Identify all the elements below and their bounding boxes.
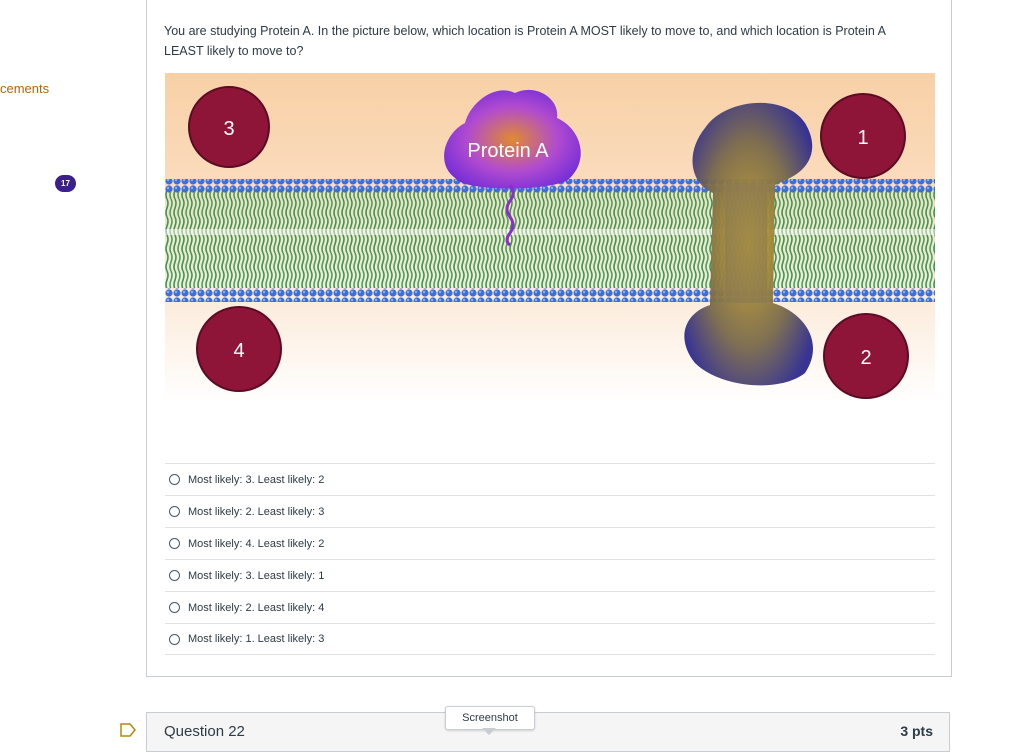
question-text: You are studying Protein A. In the pictu…	[164, 24, 886, 58]
radio-button[interactable]	[169, 538, 180, 549]
lipid-heads-bottom	[165, 288, 935, 302]
question-card: You are studying Protein A. In the pictu…	[146, 0, 952, 677]
notification-badge: 17	[55, 175, 76, 192]
question-title: Question 22	[164, 723, 245, 740]
answer-label: Most likely: 3. Least likely: 1	[188, 569, 325, 582]
next-question-header: Question 22 3 pts	[146, 712, 950, 752]
answer-list: Most likely: 3. Least likely: 2 Most lik…	[165, 463, 935, 655]
answer-option[interactable]: Most likely: 2. Least likely: 3	[165, 495, 935, 527]
membrane-figure: Protein A 3 1 4 2	[165, 73, 935, 403]
answer-label: Most likely: 3. Least likely: 2	[188, 473, 325, 486]
answer-label: Most likely: 1. Least likely: 3	[188, 633, 325, 645]
answer-label: Most likely: 2. Least likely: 4	[188, 601, 325, 614]
marker-4-label: 4	[233, 340, 244, 362]
question-points: 3 pts	[900, 723, 933, 739]
answer-label: Most likely: 2. Least likely: 3	[188, 505, 325, 518]
screenshot-tooltip: Screenshot	[445, 706, 535, 730]
radio-button[interactable]	[169, 602, 180, 613]
marker-3: 3	[188, 86, 270, 168]
marker-2: 2	[823, 313, 909, 399]
marker-2-label: 2	[860, 347, 871, 369]
protein-a-label: Protein A	[467, 140, 549, 162]
marker-1-label: 1	[857, 127, 868, 149]
answer-option[interactable]: Most likely: 3. Least likely: 1	[165, 559, 935, 591]
answer-option[interactable]: Most likely: 1. Least likely: 3	[165, 623, 935, 655]
marker-1: 1	[820, 93, 906, 179]
answer-option[interactable]: Most likely: 3. Least likely: 2	[165, 463, 935, 495]
marker-4: 4	[196, 306, 282, 392]
answer-label: Most likely: 4. Least likely: 2	[188, 537, 325, 550]
tooltip-arrow	[482, 728, 496, 735]
answer-option[interactable]: Most likely: 2. Least likely: 4	[165, 591, 935, 623]
radio-button[interactable]	[169, 474, 180, 485]
answer-option[interactable]: Most likely: 4. Least likely: 2	[165, 527, 935, 559]
radio-button[interactable]	[169, 633, 180, 645]
sidebar-link-announcements[interactable]: cements	[0, 81, 49, 96]
marker-3-label: 3	[223, 118, 234, 140]
radio-button[interactable]	[169, 506, 180, 517]
lipid-tails	[165, 188, 935, 288]
flag-question-icon[interactable]	[120, 723, 136, 737]
radio-button[interactable]	[169, 570, 180, 581]
